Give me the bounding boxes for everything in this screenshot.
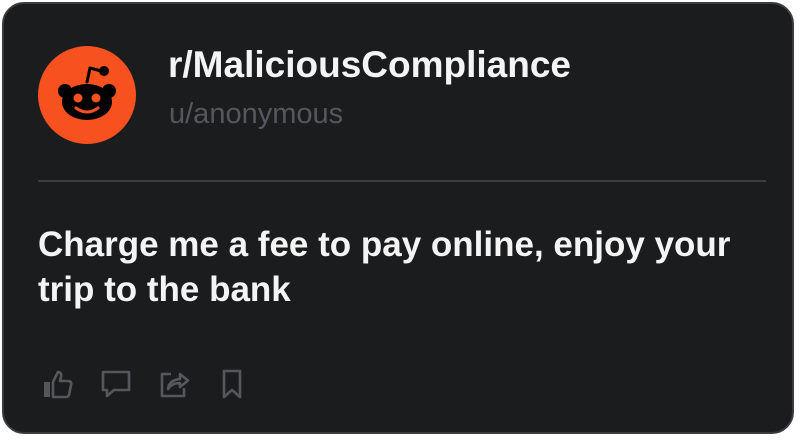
post-card[interactable]: r/MaliciousCompliance u/anonymous Charge…	[2, 2, 794, 434]
share-icon	[160, 372, 190, 398]
post-title[interactable]: Charge me a fee to pay online, enjoy you…	[38, 222, 758, 312]
subreddit-name[interactable]: r/MaliciousCompliance	[168, 44, 571, 86]
share-button[interactable]	[154, 364, 194, 404]
like-button[interactable]	[38, 364, 78, 404]
comment-button[interactable]	[96, 364, 136, 404]
post-actions	[38, 364, 270, 404]
subreddit-avatar[interactable]	[38, 46, 136, 144]
comment-icon	[101, 370, 131, 398]
bookmark-icon	[222, 369, 242, 399]
divider	[38, 180, 766, 182]
thumbs-up-icon	[44, 370, 73, 399]
save-button[interactable]	[212, 364, 252, 404]
author-username[interactable]: u/anonymous	[169, 98, 343, 131]
reddit-snoo-icon	[58, 66, 116, 120]
